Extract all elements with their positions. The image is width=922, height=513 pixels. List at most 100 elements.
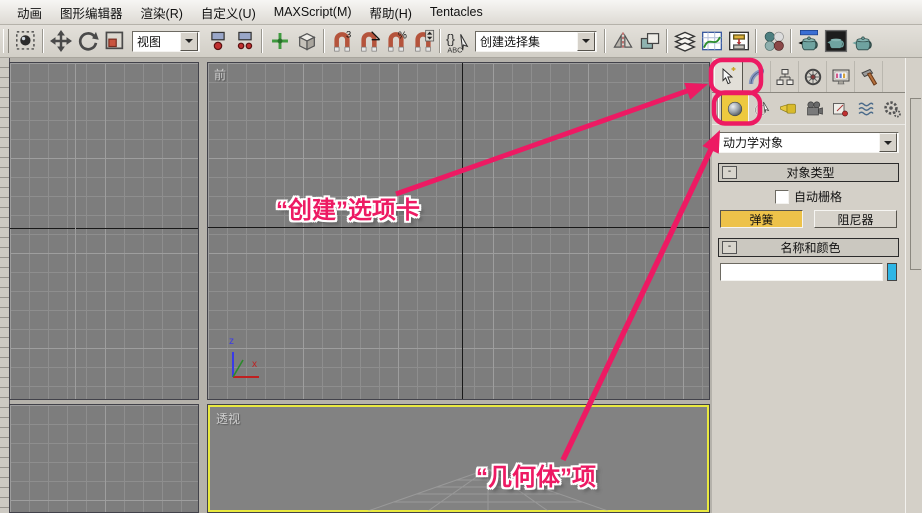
toolbar-separator xyxy=(604,29,606,53)
category-geometry[interactable] xyxy=(721,94,749,123)
viewport-bottom-left[interactable] xyxy=(9,404,199,513)
flashlight-icon xyxy=(780,103,796,114)
dropdown-arrow-icon[interactable] xyxy=(180,31,198,51)
menu-maxscript[interactable]: MAXScript(M) xyxy=(265,2,361,22)
spinner-snap-icon[interactable] xyxy=(409,28,436,55)
menu-tentacles[interactable]: Tentacles xyxy=(421,2,492,22)
menu-help[interactable]: 帮助(H) xyxy=(361,0,421,25)
node-tree-icon xyxy=(776,68,793,85)
svg-text:%: % xyxy=(398,30,407,41)
tab-modify[interactable] xyxy=(743,61,771,92)
object-type-rollout-header[interactable]: - 对象类型 xyxy=(718,163,899,182)
render-setup-icon[interactable] xyxy=(795,28,822,55)
angle-snap-icon[interactable] xyxy=(355,28,382,55)
category-shapes[interactable] xyxy=(749,95,775,122)
category-cameras[interactable] xyxy=(801,95,827,122)
category-separator xyxy=(717,97,719,120)
viewport-top-left[interactable] xyxy=(9,62,199,400)
tab-display[interactable] xyxy=(827,61,855,92)
category-systems[interactable] xyxy=(879,95,905,122)
viewport-front-label[interactable]: 前 xyxy=(214,66,226,83)
select-and-manipulate-icon[interactable] xyxy=(266,28,293,55)
object-type-buttons: 弹簧 阻尼器 xyxy=(720,210,897,228)
tab-utilities[interactable] xyxy=(855,61,883,92)
shape-circle-icon xyxy=(754,101,770,116)
toolbar-separator xyxy=(323,29,325,53)
grid-origin-line-v xyxy=(462,63,463,399)
damper-button[interactable]: 阻尼器 xyxy=(814,210,897,228)
snap-toggle-3d-icon[interactable]: 3 xyxy=(328,28,355,55)
annotation-geometry-item: “几何体”项 xyxy=(476,464,596,491)
select-and-move-icon[interactable] xyxy=(47,28,74,55)
viewport-area: 前 z x 透视 xyxy=(0,58,712,513)
hammer-icon xyxy=(860,68,877,86)
named-selection-set-dropdown[interactable]: 创建选择集 xyxy=(475,30,597,52)
named-selection-set-value: 创建选择集 xyxy=(480,34,541,49)
menu-customize[interactable]: 自定义(U) xyxy=(192,0,265,25)
mirror-icon[interactable] xyxy=(609,28,636,55)
layer-manager-icon[interactable] xyxy=(671,28,698,55)
tab-hierarchy[interactable] xyxy=(771,61,799,92)
curve-editor-icon[interactable] xyxy=(698,28,725,55)
edit-named-selection-sets-icon[interactable]: {} ABC xyxy=(444,28,471,55)
category-lights[interactable] xyxy=(775,95,801,122)
autogrid-label: 自动栅格 xyxy=(793,190,842,204)
object-type-title: 对象类型 xyxy=(786,166,835,180)
spring-button[interactable]: 弹簧 xyxy=(720,210,803,228)
tab-create[interactable] xyxy=(714,59,743,92)
category-helpers[interactable] xyxy=(827,95,853,122)
menu-animation[interactable]: 动画 xyxy=(8,0,51,25)
category-space-warps[interactable] xyxy=(853,95,879,122)
use-pivot-point-icon[interactable] xyxy=(204,28,231,55)
menu-bar: 动画 图形编辑器 渲染(R) 自定义(U) MAXScript(M) 帮助(H)… xyxy=(0,0,922,25)
viewport-perspective-label[interactable]: 透视 xyxy=(216,410,240,427)
name-color-rollout-header[interactable]: - 名称和颜色 xyxy=(718,238,899,257)
select-and-rotate-icon[interactable] xyxy=(74,28,101,55)
tab-motion[interactable] xyxy=(799,61,827,92)
grid-origin-line xyxy=(10,228,198,229)
percent-snap-icon[interactable]: % xyxy=(382,28,409,55)
svg-text:ABC: ABC xyxy=(447,45,463,53)
object-color-swatch[interactable] xyxy=(887,263,897,281)
collapse-icon[interactable]: - xyxy=(722,166,737,179)
align-icon[interactable] xyxy=(636,28,663,55)
use-selection-center-icon[interactable] xyxy=(231,28,258,55)
viewport-front[interactable]: 前 z x xyxy=(207,62,710,400)
select-object-icon[interactable] xyxy=(12,28,39,55)
gizmo-z-label: z xyxy=(229,336,234,347)
menu-rendering[interactable]: 渲染(R) xyxy=(132,0,192,25)
main-toolbar: 视图 3 % {} ABC 创建选择集 xyxy=(0,25,922,58)
reference-coordinate-dropdown[interactable]: 视图 xyxy=(132,30,200,52)
keyboard-shortcut-override-icon[interactable] xyxy=(293,28,320,55)
reference-coordinate-value: 视图 xyxy=(137,34,162,49)
wheel-icon xyxy=(804,68,821,85)
arrow-cursor-icon xyxy=(722,66,735,84)
monitor-icon xyxy=(832,69,849,84)
dropdown-arrow-icon[interactable] xyxy=(577,31,595,51)
annotation-create-tab: “创建”选项卡 xyxy=(276,197,420,224)
object-type-rollout: - 对象类型 自动栅格 弹簧 阻尼器 xyxy=(718,163,899,228)
object-name-input[interactable] xyxy=(720,263,883,281)
command-panel-tabs xyxy=(712,58,905,93)
rendered-frame-window-icon[interactable] xyxy=(822,28,849,55)
viewport-perspective[interactable]: 透视 xyxy=(207,404,710,513)
autogrid-checkbox[interactable] xyxy=(774,189,789,204)
toolbar-drag-handle[interactable] xyxy=(3,29,9,53)
panel-fragment xyxy=(910,98,921,270)
toolbar-separator xyxy=(666,29,668,53)
material-editor-icon[interactable] xyxy=(760,28,787,55)
toolbar-separator xyxy=(261,29,263,53)
schematic-view-icon[interactable] xyxy=(725,28,752,55)
subcategory-dropdown[interactable]: 动力学对象 xyxy=(718,132,899,153)
select-and-scale-icon[interactable] xyxy=(101,28,128,55)
toolbar-separator xyxy=(42,29,44,53)
collapse-icon[interactable]: - xyxy=(722,241,737,254)
snap3-badge: 3 xyxy=(346,30,351,40)
quick-render-icon[interactable] xyxy=(849,28,876,55)
command-panel: 动力学对象 - 对象类型 自动栅格 弹簧 阻尼器 - 名称和颜色 xyxy=(712,58,905,513)
name-color-rollout: - 名称和颜色 xyxy=(718,238,899,281)
dropdown-arrow-icon[interactable] xyxy=(879,133,897,152)
toolbar-separator xyxy=(439,29,441,53)
command-panel-categories xyxy=(712,93,905,125)
menu-graph-editors[interactable]: 图形编辑器 xyxy=(51,0,132,25)
